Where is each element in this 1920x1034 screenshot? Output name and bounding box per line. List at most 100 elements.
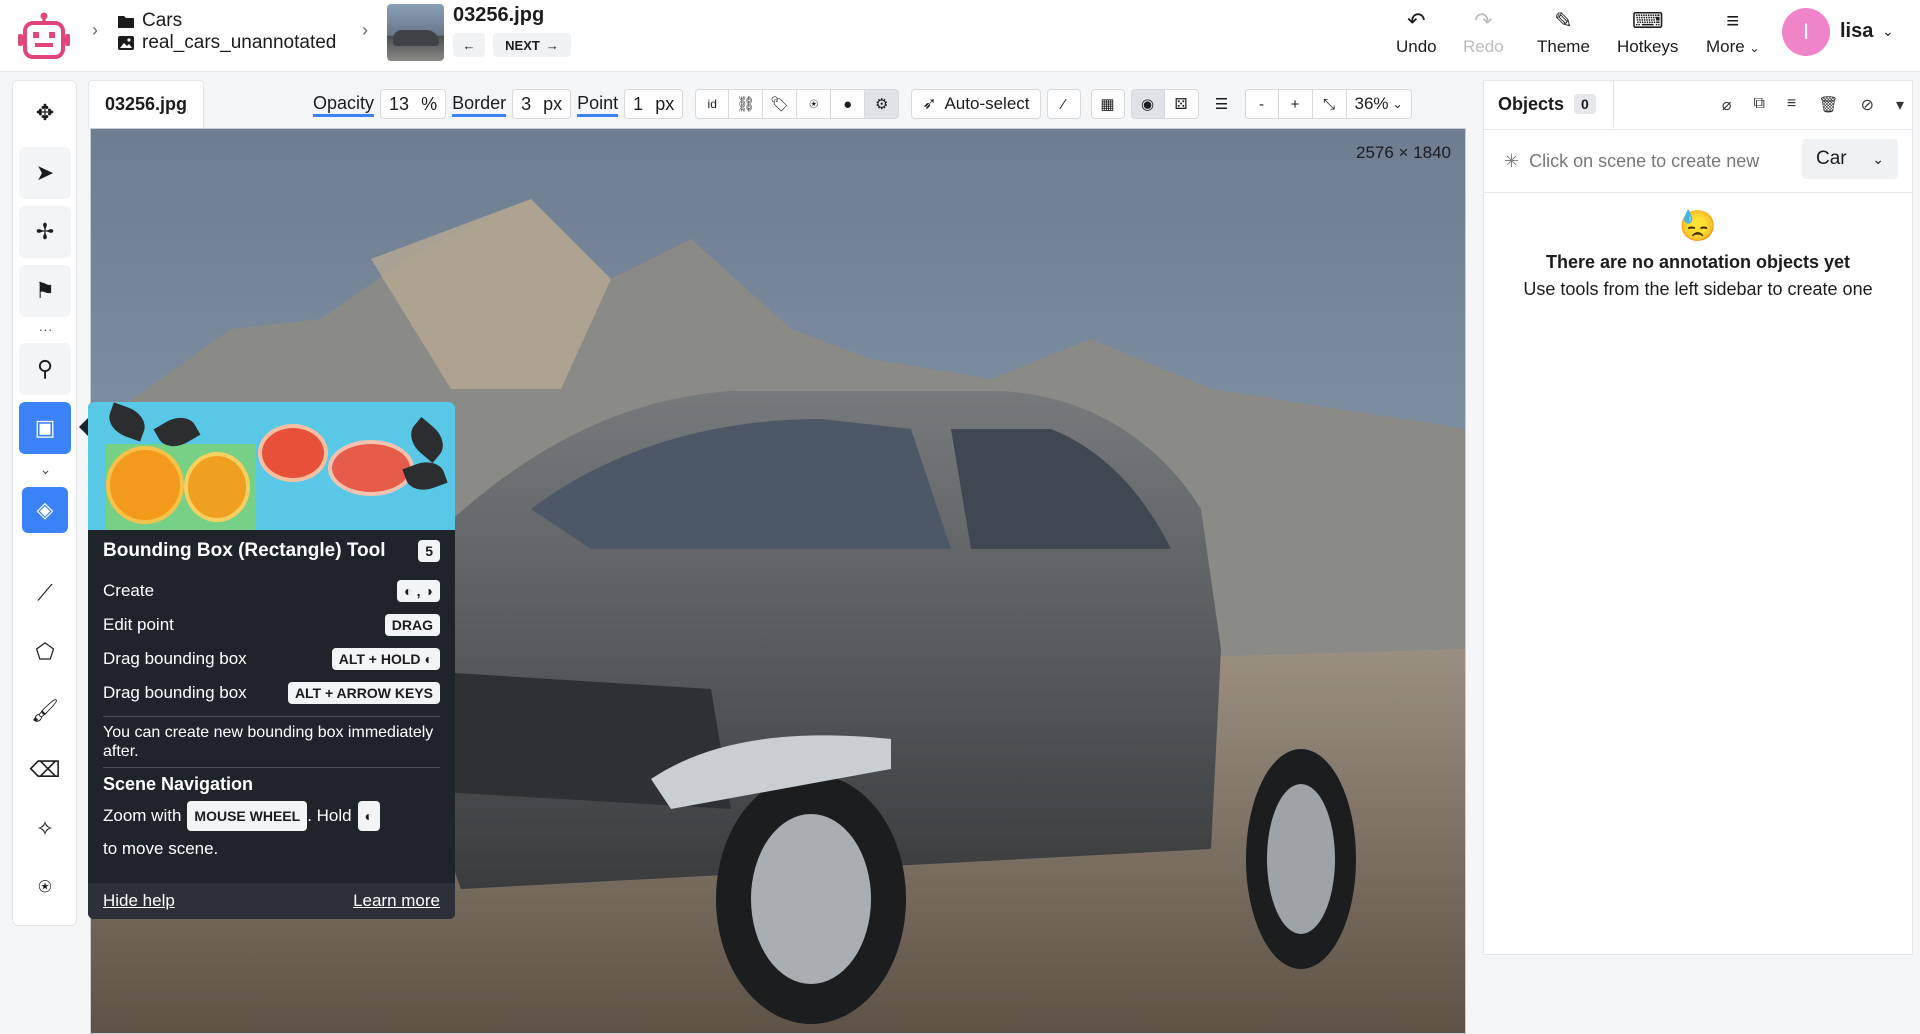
prev-image-button[interactable]: ← xyxy=(453,33,485,57)
keypoint-icon: ⚲ xyxy=(36,356,54,381)
fill-tool[interactable]: ◈ xyxy=(22,487,68,533)
tag-icon[interactable]: 🏷 xyxy=(763,89,798,119)
magic-icon[interactable]: ⁄ xyxy=(1046,89,1081,119)
eraser-icon: ⌫ xyxy=(29,757,61,782)
flag-icon: ⚑ xyxy=(35,278,55,303)
zoom-in-button[interactable]: + xyxy=(1278,89,1313,119)
eraser-tool[interactable]: ⌫ xyxy=(19,744,71,796)
point-label: Point xyxy=(577,92,619,117)
mouse-right-icon: ◑ xyxy=(424,583,433,599)
filter-icon[interactable]: ≡ xyxy=(1787,95,1796,115)
objects-count-badge: 0 xyxy=(1574,94,1596,114)
breadcrumb-dataset[interactable]: real_cars_unannotated xyxy=(118,32,336,54)
tooltip-arrow xyxy=(79,418,88,436)
hint-row: Create ◐, ◑ xyxy=(103,574,440,608)
redo-button[interactable]: ↷ Redo xyxy=(1463,8,1504,57)
user-name[interactable]: lisa xyxy=(1840,20,1873,43)
polyline-tool[interactable]: ⟋ xyxy=(19,567,71,619)
brush-tool[interactable]: 🖌 xyxy=(19,685,71,737)
zoom-controls: - + ⤡ 36% ⌄ xyxy=(1244,89,1412,119)
hint-row: Edit point DRAG xyxy=(103,608,440,642)
fit-screen-icon[interactable]: ⤡ xyxy=(1312,89,1347,119)
bounding-box-tool[interactable]: ▣ xyxy=(19,402,71,454)
objects-panel: Objects 0 ⌀ ⧉ ≡ 🗑 ⊘ ▾ ✳ Click on scene t… xyxy=(1483,80,1913,955)
polygon-tool[interactable]: ⬠ xyxy=(19,626,71,678)
canvas-file-tab[interactable]: 03256.jpg xyxy=(88,80,204,128)
hide-help-link[interactable]: Hide help xyxy=(103,891,175,911)
copy-icon[interactable]: ⧉ xyxy=(1753,95,1764,115)
canvas-controls: Opacity 13% Border 3 px Point 1 px id ⛓ 🏷 … xyxy=(313,88,1412,120)
point-input[interactable]: 1 px xyxy=(624,89,684,119)
nav-hold: . Hold xyxy=(307,806,352,825)
tool-preview-image xyxy=(88,402,455,530)
folder-icon xyxy=(118,16,134,28)
undo-button[interactable]: ↶ Undo xyxy=(1396,8,1437,57)
skeleton-icon[interactable]: ⍟ xyxy=(797,89,832,119)
grid-icon[interactable]: ▦ xyxy=(1090,89,1125,119)
hotkeys-button[interactable]: ⌨ Hotkeys xyxy=(1617,8,1678,57)
theme-button[interactable]: ✎ Theme xyxy=(1537,8,1590,57)
caret-down-icon[interactable]: ▾ xyxy=(1896,95,1904,115)
class-select[interactable]: Car ⌄ xyxy=(1802,139,1898,179)
chevron-down-icon[interactable]: ⌄ xyxy=(1882,23,1894,40)
top-bar: › Cars real_cars_unannotated › 03256.jpg… xyxy=(0,0,1920,72)
undo-icon: ↶ xyxy=(1407,8,1426,33)
border-unit: px xyxy=(543,93,563,114)
zoom-value: 36% xyxy=(1354,94,1389,113)
gear-icon[interactable]: ⚙ xyxy=(865,89,900,119)
avatar[interactable]: I xyxy=(1782,8,1830,56)
hint-label: Drag bounding box xyxy=(103,683,247,702)
more-tools-dots[interactable]: ··· xyxy=(13,321,78,337)
border-input[interactable]: 3 px xyxy=(512,89,572,119)
zoom-select[interactable]: 36% ⌄ xyxy=(1346,89,1412,119)
person-icon[interactable]: ● xyxy=(831,89,866,119)
magic-wand-icon: ✧ xyxy=(35,816,55,841)
chevron-down-icon[interactable]: ⌄ xyxy=(13,461,78,478)
select-tool[interactable]: ➤ xyxy=(19,147,71,199)
objects-tab[interactable]: Objects 0 xyxy=(1484,81,1614,129)
hint-key: DRAG xyxy=(384,614,440,636)
dice-icon[interactable]: ⚄ xyxy=(1164,89,1199,119)
opacity-input[interactable]: 13% xyxy=(380,89,447,119)
undo-label: Undo xyxy=(1396,37,1437,56)
breadcrumb-chevron-icon: › xyxy=(92,20,98,40)
dataset-name: real_cars_unannotated xyxy=(142,32,337,53)
trash-icon[interactable]: 🗑 xyxy=(1818,95,1838,115)
next-image-button[interactable]: NEXT → xyxy=(493,33,571,57)
chevron-down-icon: ⌄ xyxy=(1872,150,1884,167)
tool-hotkey-badge: 5 xyxy=(418,540,440,562)
image-thumbnail[interactable] xyxy=(387,4,444,61)
mouse-left-icon: ◐ xyxy=(424,651,433,667)
sliders-icon[interactable]: ☰ xyxy=(1205,89,1239,119)
palette-icon[interactable]: ◉ xyxy=(1130,89,1165,119)
move-tool[interactable]: ✥ xyxy=(19,87,71,139)
polyline-icon: ⟋ xyxy=(37,580,53,605)
tooltip-body: Bounding Box (Rectangle) Tool 5 Create ◐… xyxy=(103,540,440,861)
keypoint-tool[interactable]: ⚲ xyxy=(19,343,71,395)
breadcrumb-project[interactable]: Cars xyxy=(118,10,336,32)
flag-tool[interactable]: ⚑ xyxy=(19,265,71,317)
graph-tool[interactable]: ⍟ xyxy=(19,861,71,913)
keyboard-icon: ⌨ xyxy=(1631,8,1664,33)
robot-logo-icon[interactable] xyxy=(16,10,72,62)
opacity-label: Opacity xyxy=(313,92,375,117)
more-button[interactable]: ≡ More ⌄ xyxy=(1706,8,1760,57)
auto-select-button[interactable]: ➶ Auto-select xyxy=(911,89,1041,119)
hint-label: Create xyxy=(103,581,155,600)
eye-off-icon[interactable]: ⊘ xyxy=(1861,95,1874,115)
hide-cursor-icon[interactable]: ⌀ xyxy=(1722,95,1732,115)
cursor-icon: ➶ xyxy=(922,94,937,113)
point-unit: px xyxy=(655,93,675,114)
smart-tool[interactable]: ✧ xyxy=(19,803,71,855)
paint-bucket-icon: ◈ xyxy=(36,497,54,522)
show-id-toggle[interactable]: id xyxy=(695,89,730,119)
mouse-wheel-key: MOUSE WHEEL xyxy=(187,801,308,831)
empty-subtitle: Use tools from the left sidebar to creat… xyxy=(1523,279,1873,299)
chevron-down-icon: ⌄ xyxy=(1392,97,1403,111)
zoom-out-button[interactable]: - xyxy=(1244,89,1279,119)
link-icon[interactable]: ⛓ xyxy=(729,89,764,119)
image-dimensions: 2576 × 1840 xyxy=(1355,143,1451,162)
rectangle-icon: ▣ xyxy=(34,415,56,440)
learn-more-link[interactable]: Learn more xyxy=(353,891,440,911)
pan-tool[interactable]: ✢ xyxy=(19,206,71,258)
